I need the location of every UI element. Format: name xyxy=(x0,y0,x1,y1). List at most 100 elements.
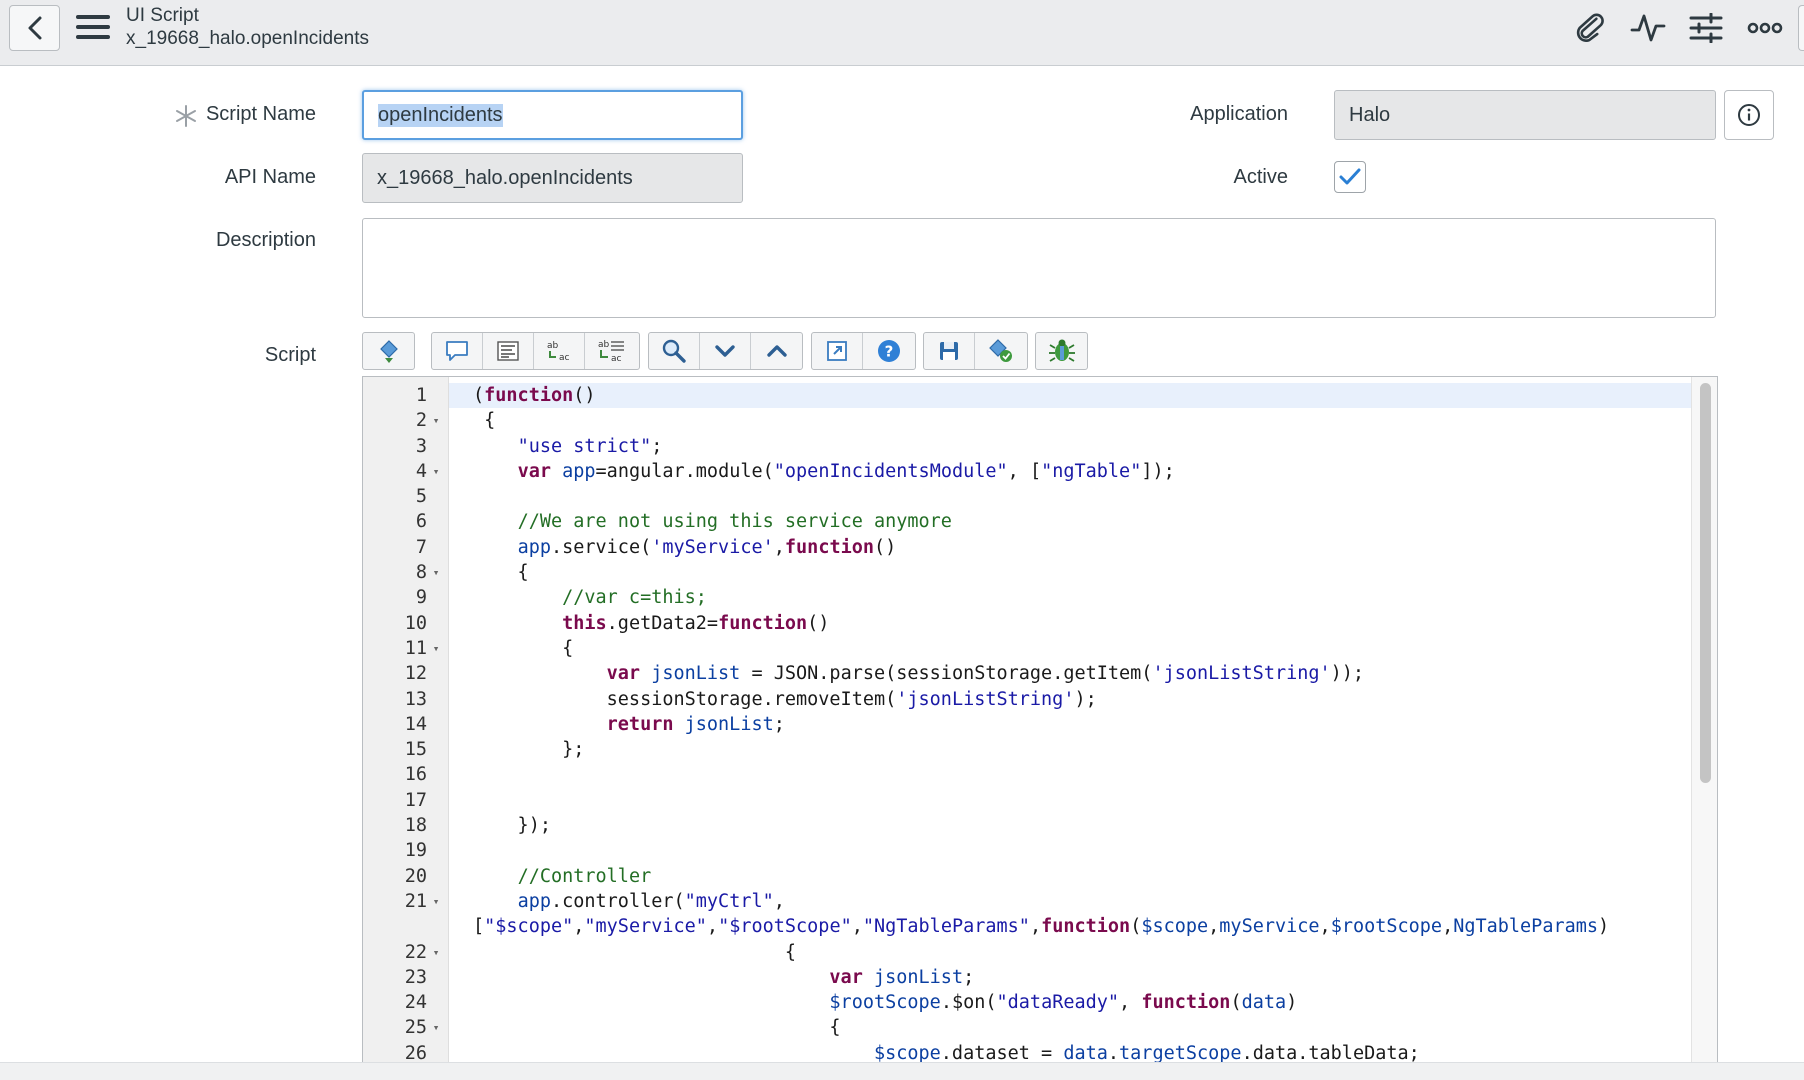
format-code-icon xyxy=(379,340,398,363)
toolbar-group-save xyxy=(923,332,1028,370)
code-text: { xyxy=(473,1017,841,1039)
code-line[interactable]: 19 xyxy=(405,838,1691,863)
find-previous-button[interactable] xyxy=(751,333,802,369)
code-text: { xyxy=(473,941,797,963)
comment-button[interactable] xyxy=(432,333,483,369)
code-line[interactable]: 2 ▾ { xyxy=(416,408,1691,433)
fold-arrow-icon[interactable]: ▾ xyxy=(429,1015,443,1040)
script-name-input[interactable]: openIncidents xyxy=(362,90,743,140)
code-line[interactable]: 8 ▾ { xyxy=(416,560,1691,585)
editor-scrollbar-thumb[interactable] xyxy=(1700,383,1711,783)
svg-text:ab: ab xyxy=(547,341,559,351)
api-name-field: x_19668_halo.openIncidents xyxy=(362,153,743,203)
svg-text:ac: ac xyxy=(611,354,622,364)
more-options-icon[interactable] xyxy=(1743,8,1787,48)
code-line[interactable]: 15 }; xyxy=(405,737,1691,762)
code-text: var app=angular.module("openIncidentsMod… xyxy=(517,460,1175,482)
svg-text:?: ? xyxy=(884,343,893,361)
application-info-button[interactable] xyxy=(1724,90,1774,140)
code-line[interactable]: 22 ▾ { xyxy=(405,940,1691,965)
line-number: 24 xyxy=(404,992,427,1014)
line-number: 25 xyxy=(404,1017,427,1039)
code-line[interactable]: 10 this.getData2=function() xyxy=(405,611,1691,636)
fold-arrow-icon[interactable]: ▾ xyxy=(429,636,443,661)
fold-arrow-icon[interactable]: ▾ xyxy=(429,889,443,914)
format-code-button[interactable] xyxy=(363,333,414,369)
code-line[interactable]: 9 //var c=this; xyxy=(416,585,1691,610)
side-panel-handle[interactable] xyxy=(1798,5,1804,51)
line-number: 19 xyxy=(404,840,427,862)
record-title: UI Script x_19668_halo.openIncidents xyxy=(126,5,369,51)
line-number: 21 xyxy=(404,890,427,912)
code-line[interactable]: 12 var jsonList = JSON.parse(sessionStor… xyxy=(405,661,1691,686)
code-line[interactable]: 7 app.service('myService',function() xyxy=(416,535,1691,560)
format-text-button[interactable] xyxy=(483,333,534,369)
fold-arrow-icon[interactable]: ▾ xyxy=(429,940,443,965)
code-text: sessionStorage.removeItem('jsonListStrin… xyxy=(473,688,1097,710)
application-field: Halo xyxy=(1334,90,1716,140)
fold-arrow-icon[interactable]: ▾ xyxy=(429,560,443,585)
script-editor[interactable]: 1 (function() 2 ▾ {3 "use strict"; 4 ▾ var ap… xyxy=(362,376,1718,1080)
code-line[interactable]: 23 var jsonList; xyxy=(405,965,1691,990)
save-button[interactable] xyxy=(924,333,975,369)
code-line[interactable]: 11 ▾ { xyxy=(405,636,1691,661)
record-name-label: x_19668_halo.openIncidents xyxy=(126,28,369,49)
replace-button[interactable]: ab ac xyxy=(534,333,585,369)
code-line[interactable]: 4 ▾ var app=angular.module("openIncidents… xyxy=(416,459,1691,484)
back-button[interactable] xyxy=(9,5,60,51)
code-line[interactable]: 21 ▾ app.controller("myCtrl", xyxy=(405,889,1691,914)
code-line[interactable]: 1 (function() xyxy=(416,383,1691,409)
replace-all-button[interactable]: ab ac xyxy=(585,333,636,369)
code-line[interactable]: 5 xyxy=(416,484,1691,509)
replace-all-icon: abac xyxy=(598,340,624,364)
find-next-button[interactable] xyxy=(700,333,751,369)
bottom-edge xyxy=(0,1062,1804,1080)
script-label: Script xyxy=(264,344,316,366)
fold-arrow-icon[interactable]: ▾ xyxy=(429,459,443,484)
line-number: 14 xyxy=(404,713,427,735)
search-button[interactable] xyxy=(649,333,700,369)
syntax-check-button[interactable] xyxy=(975,333,1026,369)
code-text: { xyxy=(473,562,529,584)
code-line[interactable]: 17 xyxy=(405,788,1691,813)
code-line[interactable]: 16 xyxy=(405,762,1691,787)
replace-icon: abac xyxy=(547,341,570,363)
code-text: $scope.dataset = data.targetScope.data.t… xyxy=(873,1042,1420,1064)
active-label: Active xyxy=(1233,166,1288,188)
code-area[interactable]: 1 (function() 2 ▾ {3 "use strict"; 4 ▾ var ap… xyxy=(405,383,1691,1066)
fold-arrow-icon[interactable]: ▾ xyxy=(429,408,443,433)
code-line[interactable]: 25 ▾ { xyxy=(405,1015,1691,1040)
code-line[interactable]: 24 $rootScope.$on("dataReady", function(… xyxy=(405,990,1691,1015)
description-textarea[interactable] xyxy=(362,218,1716,318)
toolbar-group-format xyxy=(362,332,415,370)
search-icon xyxy=(662,339,686,363)
hamburger-menu-icon[interactable] xyxy=(76,12,110,42)
line-number: 15 xyxy=(404,739,427,761)
settings-sliders-icon[interactable] xyxy=(1684,8,1728,48)
code-line[interactable]: 20 //Controller xyxy=(405,864,1691,889)
code-line[interactable]: 6 //We are not using this service anymor… xyxy=(416,509,1691,534)
code-line[interactable]: ["$scope","myService","$rootScope","NgTa… xyxy=(449,914,1691,939)
line-number: 13 xyxy=(404,688,427,710)
code-line[interactable]: 14 return jsonList; xyxy=(405,712,1691,737)
toolbar-group-search xyxy=(648,332,803,370)
code-text: { xyxy=(473,410,496,432)
fullscreen-button[interactable] xyxy=(812,333,863,369)
help-button[interactable]: ? xyxy=(863,333,914,369)
script-name-label: Script Name xyxy=(205,103,316,125)
code-line[interactable]: 3 "use strict"; xyxy=(416,434,1691,459)
line-number: 5 xyxy=(415,486,427,508)
paperclip-icon[interactable] xyxy=(1568,8,1612,48)
activity-icon[interactable] xyxy=(1626,8,1670,48)
form-header: UI Script x_19668_halo.openIncidents xyxy=(0,0,1804,66)
debug-button[interactable] xyxy=(1036,333,1087,369)
active-checkbox[interactable] xyxy=(1334,161,1366,193)
line-number: 20 xyxy=(404,865,427,887)
editor-scrollbar[interactable] xyxy=(1691,377,1717,1079)
code-line[interactable]: 18 }); xyxy=(405,813,1691,838)
api-name-label: API Name xyxy=(224,166,316,188)
code-line[interactable]: 13 sessionStorage.removeItem('jsonListSt… xyxy=(405,687,1691,712)
